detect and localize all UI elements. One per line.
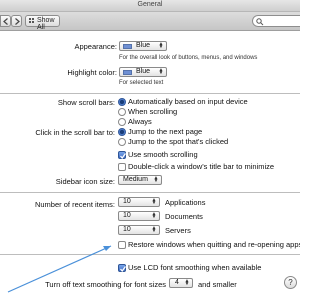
annotation-arrow-icon [7,245,112,293]
preferences-window: General Show All Appearance: Blue ▲ ▼ For… [0,0,300,300]
